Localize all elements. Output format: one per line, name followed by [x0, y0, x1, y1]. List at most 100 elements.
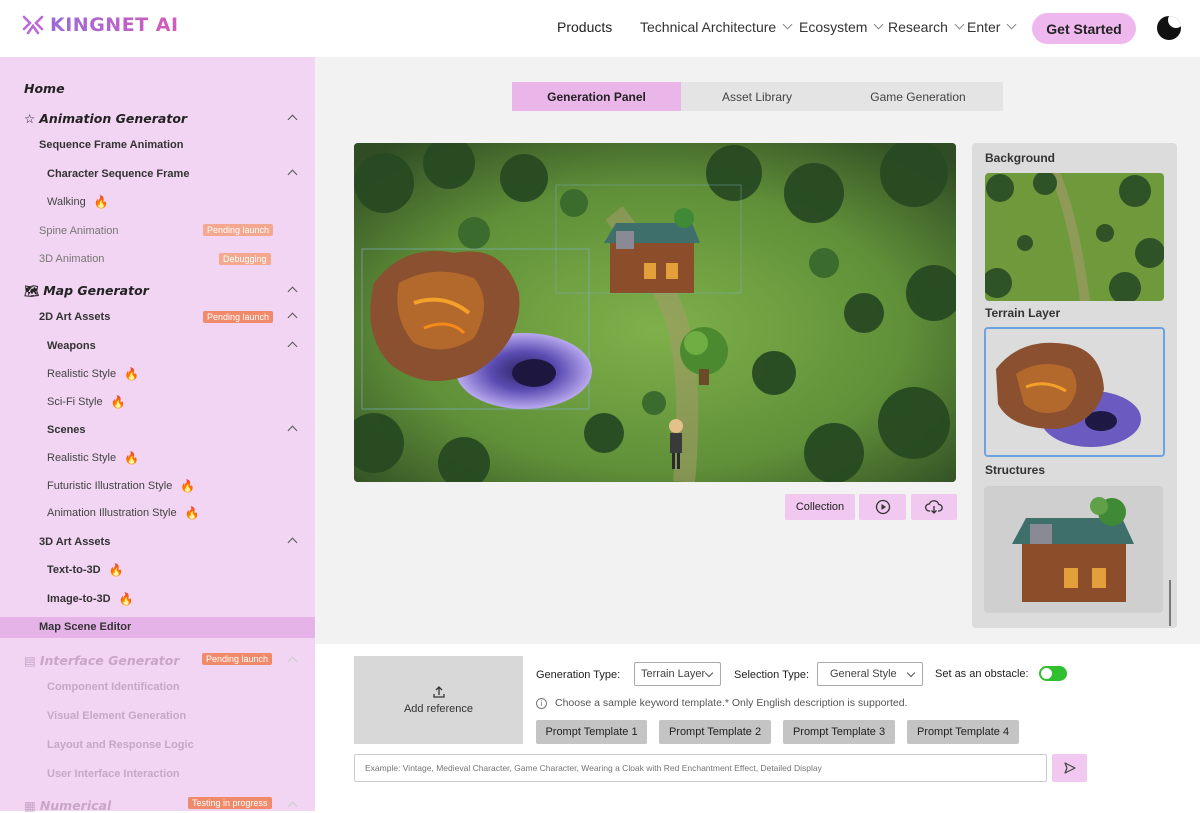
sidebar-item-2d-art-assets[interactable]: 2D Art Assets [39, 311, 315, 323]
sidebar-item-sequence-frame-animation[interactable]: Sequence Frame Animation [39, 139, 183, 151]
obstacle-toggle[interactable] [1039, 666, 1067, 681]
add-reference-button[interactable]: Add reference [354, 656, 523, 744]
star-icon: ☆ [24, 111, 36, 126]
chevron-up-icon [287, 537, 298, 548]
send-icon [1063, 762, 1076, 774]
layer-thumb-background[interactable] [985, 173, 1164, 301]
mode-tabs: Generation Panel Asset Library Game Gene… [512, 82, 1003, 111]
status-badge: Pending launch [203, 224, 274, 236]
nav-products[interactable]: Products [557, 19, 612, 35]
layer-title-structures: Structures [985, 463, 1046, 477]
sidebar-item-3d-art-assets[interactable]: 3D Art Assets [39, 536, 315, 548]
chevron-up-icon [287, 312, 298, 323]
fire-icon: 🔥 [118, 592, 134, 606]
get-started-button[interactable]: Get Started [1032, 13, 1136, 44]
chevron-down-icon [1007, 19, 1017, 29]
sidebar-item-scenes[interactable]: Scenes [47, 424, 315, 436]
chevron-up-icon [287, 425, 298, 436]
sidebar-item-walking[interactable]: Walking 🔥 [47, 195, 109, 209]
chevron-up-icon [287, 114, 298, 125]
layer-title-background: Background [985, 151, 1056, 165]
sidebar-item-ui-interaction[interactable]: User Interface Interaction [47, 768, 180, 780]
sidebar-item-character-sequence-frame[interactable]: Character Sequence Frame [47, 168, 315, 180]
prompt-input[interactable] [354, 754, 1047, 782]
interface-icon: ▤ [24, 653, 36, 668]
send-button[interactable] [1052, 754, 1087, 782]
layer-title-terrain: Terrain Layer [985, 306, 1061, 320]
sidebar-item-component-identification[interactable]: Component Identification [47, 681, 180, 693]
map-canvas[interactable] [354, 143, 956, 482]
tab-generation-panel[interactable]: Generation Panel [512, 82, 681, 111]
prompt-template-2[interactable]: Prompt Template 2 [659, 720, 771, 744]
selection-type-label: Selection Type: [734, 669, 810, 681]
sidebar-item-image-to-3d[interactable]: Image-to-3D 🔥 [47, 592, 134, 606]
sidebar-item-scenes-realistic[interactable]: Realistic Style 🔥 [47, 451, 139, 465]
status-badge: Pending launch [202, 653, 273, 665]
top-navigation-bar: KINGNET AI Products Technical Architectu… [0, 0, 1200, 57]
sidebar-item-animation-generator[interactable]: ☆ Animation Generator [24, 111, 315, 126]
layers-scrollbar[interactable] [1169, 580, 1171, 626]
cloud-download-button[interactable] [911, 494, 957, 520]
info-icon: i [536, 697, 547, 709]
fire-icon: 🔥 [124, 367, 140, 381]
obstacle-label: Set as an obstacle: [935, 668, 1029, 680]
fire-icon: 🔥 [184, 506, 200, 520]
play-icon [875, 499, 890, 515]
play-button[interactable] [859, 494, 906, 520]
generation-type-label: Generation Type: [536, 669, 621, 681]
fire-icon: 🔥 [110, 395, 126, 409]
status-badge: Testing in progress [188, 797, 272, 809]
map-scene-image [354, 143, 956, 482]
sidebar-item-layout-response-logic[interactable]: Layout and Response Logic [47, 739, 194, 751]
sidebar-item-home[interactable]: Home [24, 81, 65, 96]
template-hint: i Choose a sample keyword template.* Onl… [536, 697, 908, 709]
nav-ecosystem[interactable]: Ecosystem [799, 19, 884, 35]
theme-toggle-moon-icon[interactable] [1157, 16, 1181, 40]
sidebar-item-spine-animation[interactable]: Spine Animation [39, 225, 119, 237]
sidebar-item-visual-element-generation[interactable]: Visual Element Generation [47, 710, 186, 722]
chevron-up-icon [287, 341, 298, 352]
selection-type-select[interactable]: General Style [817, 662, 923, 686]
nav-technical-architecture[interactable]: Technical Architecture [640, 19, 793, 35]
collection-button[interactable]: Collection [785, 494, 855, 520]
sidebar-item-weapons-realistic[interactable]: Realistic Style 🔥 [47, 367, 139, 381]
brand-logo[interactable]: KINGNET AI [22, 14, 179, 36]
chevron-up-icon [287, 169, 298, 180]
chevron-down-icon [906, 668, 916, 678]
chevron-up-icon [287, 656, 298, 667]
status-badge: Pending launch [203, 311, 274, 323]
sidebar-item-scenes-animation[interactable]: Animation Illustration Style 🔥 [47, 506, 200, 520]
chevron-down-icon [954, 19, 965, 29]
sidebar-item-scenes-futuristic[interactable]: Futuristic Illustration Style 🔥 [47, 479, 195, 493]
tab-asset-library[interactable]: Asset Library [681, 82, 833, 111]
chevron-down-icon [874, 19, 884, 29]
status-badge: Debugging [219, 253, 271, 265]
prompt-template-3[interactable]: Prompt Template 3 [783, 720, 895, 744]
prompt-template-1[interactable]: Prompt Template 1 [536, 720, 647, 744]
chevron-up-icon [287, 801, 298, 812]
sidebar-item-map-scene-editor[interactable]: Map Scene Editor [39, 621, 131, 633]
sidebar-item-map-generator[interactable]: 🗺 Map Generator [24, 283, 315, 298]
generation-type-select[interactable]: Terrain Layer [634, 662, 721, 686]
layer-thumb-terrain-selected[interactable] [984, 327, 1165, 457]
tab-game-generation[interactable]: Game Generation [833, 82, 1003, 111]
fire-icon: 🔥 [180, 479, 196, 493]
sidebar-item-text-to-3d[interactable]: Text-to-3D 🔥 [47, 563, 124, 577]
sidebar-item-3d-animation[interactable]: 3D Animation [39, 253, 104, 265]
fire-icon: 🔥 [108, 563, 124, 577]
prompt-template-4[interactable]: Prompt Template 4 [907, 720, 1019, 744]
sidebar-item-weapons-scifi[interactable]: Sci-Fi Style 🔥 [47, 395, 126, 409]
cloud-download-icon [925, 500, 943, 514]
sidebar-item-weapons[interactable]: Weapons [47, 340, 315, 352]
brand-name: KINGNET AI [50, 14, 179, 36]
layer-thumb-structures[interactable] [984, 486, 1163, 613]
fire-icon: 🔥 [124, 451, 140, 465]
chevron-down-icon [704, 668, 714, 678]
kingnet-logo-icon [22, 15, 44, 35]
chevron-up-icon [287, 286, 298, 297]
map-icon: 🗺 [24, 283, 40, 298]
nav-research[interactable]: Research [888, 19, 965, 35]
chevron-down-icon [782, 19, 793, 29]
fire-icon: 🔥 [93, 195, 109, 209]
nav-enter[interactable]: Enter [967, 19, 1017, 35]
